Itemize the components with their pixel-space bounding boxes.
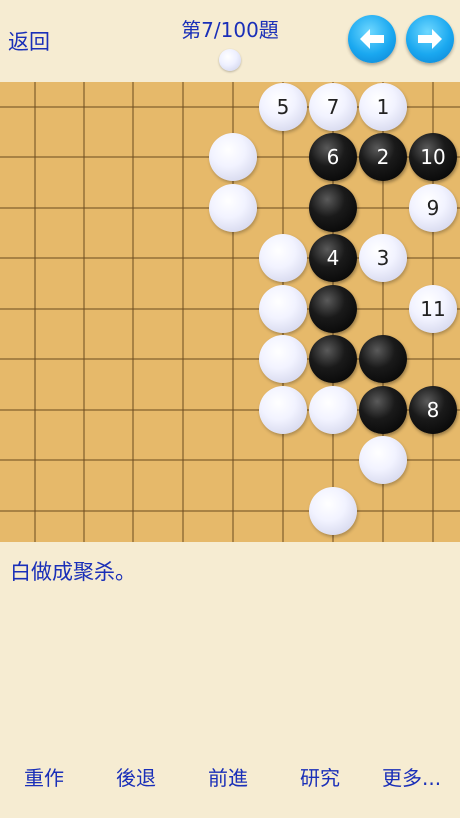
white-stone: [309, 487, 357, 535]
white-stone: [259, 234, 307, 282]
arrow-right-icon: [418, 29, 442, 49]
white-stone: [259, 285, 307, 333]
white-stone: [209, 133, 257, 181]
white-stone: [209, 184, 257, 232]
black-stone: 2: [359, 133, 407, 181]
go-board[interactable]: 5 7 1 6 2 10 9 4 3 11 8: [0, 82, 460, 542]
white-stone: 5: [259, 83, 307, 131]
step-forward-button[interactable]: 前進: [208, 762, 248, 791]
white-stone: 9: [409, 184, 457, 232]
white-stone: 3: [359, 234, 407, 282]
white-stone: 1: [359, 83, 407, 131]
black-stone: [359, 335, 407, 383]
white-stone: 7: [309, 83, 357, 131]
step-back-button[interactable]: 後退: [116, 762, 156, 791]
bottom-toolbar: 重作 後退 前進 研究 更多...: [0, 762, 460, 802]
black-stone: 6: [309, 133, 357, 181]
white-stone: [259, 335, 307, 383]
arrow-left-icon: [360, 29, 384, 49]
white-turn-indicator: [219, 49, 241, 71]
white-stone: 11: [409, 285, 457, 333]
black-stone: [309, 285, 357, 333]
black-stone: 4: [309, 234, 357, 282]
header-bar: 返回 第7/100題: [0, 0, 460, 80]
white-stone: [309, 386, 357, 434]
problem-instruction: 白做成聚杀。: [10, 560, 136, 584]
redo-button[interactable]: 重作: [24, 762, 64, 791]
black-stone: 10: [409, 133, 457, 181]
previous-problem-button[interactable]: [348, 15, 396, 63]
black-stone: [359, 386, 407, 434]
black-stone: 8: [409, 386, 457, 434]
more-button[interactable]: 更多...: [382, 762, 441, 791]
white-stone: [359, 436, 407, 484]
black-stone: [309, 184, 357, 232]
white-stone: [259, 386, 307, 434]
study-button[interactable]: 研究: [300, 762, 340, 791]
next-problem-button[interactable]: [406, 15, 454, 63]
black-stone: [309, 335, 357, 383]
